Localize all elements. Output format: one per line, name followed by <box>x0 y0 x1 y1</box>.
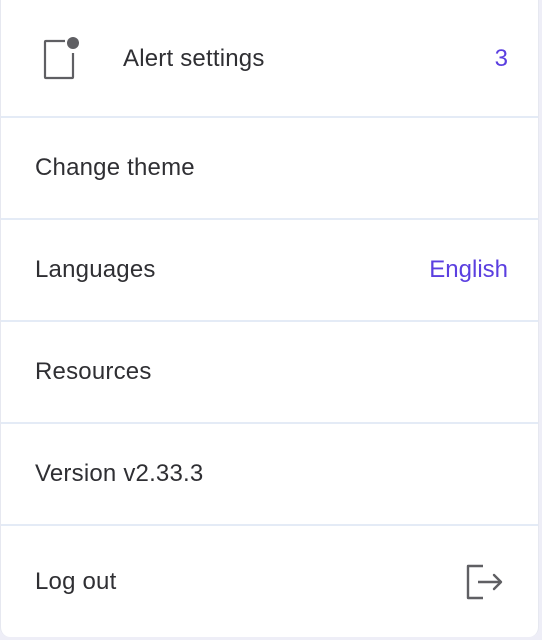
account-menu: Alert settings 3 Change theme Languages … <box>0 0 539 637</box>
resources-item[interactable]: Resources <box>1 322 538 422</box>
alert-settings-label: Alert settings <box>123 44 265 72</box>
change-theme-item[interactable]: Change theme <box>1 118 538 218</box>
current-language-value: English <box>429 256 508 283</box>
languages-item[interactable]: Languages English <box>1 220 538 320</box>
version-item: Version v2.33.3 <box>1 424 538 524</box>
resources-label: Resources <box>35 358 152 385</box>
log-out-label: Log out <box>35 567 117 595</box>
change-theme-label: Change theme <box>35 154 195 181</box>
alert-count-badge: 3 <box>494 44 508 72</box>
notification-icon <box>41 36 81 82</box>
logout-icon <box>464 562 508 602</box>
alert-settings-item[interactable]: Alert settings 3 <box>1 0 538 117</box>
version-label: Version v2.33.3 <box>35 460 204 487</box>
languages-label: Languages <box>35 256 156 283</box>
log-out-item[interactable]: Log out <box>1 526 538 637</box>
